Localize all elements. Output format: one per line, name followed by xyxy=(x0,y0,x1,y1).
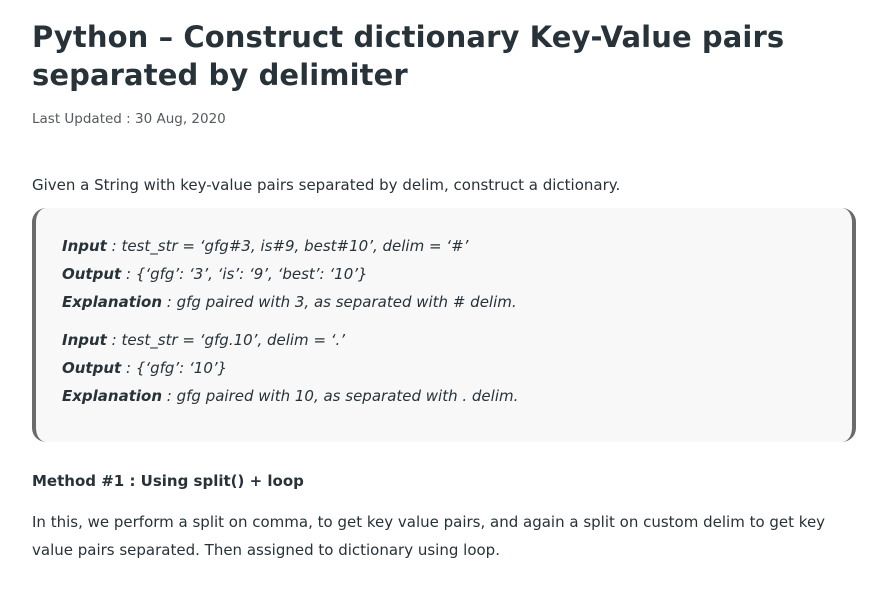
explanation-value: : gfg paired with 10, as separated with … xyxy=(162,387,519,405)
last-updated: Last Updated : 30 Aug, 2020 xyxy=(32,111,226,127)
output-value: : {‘gfg’: ‘3’, ‘is’: ‘9’, ‘best’: ‘10’} xyxy=(121,265,368,283)
explanation-label: Explanation xyxy=(62,387,163,405)
example-1: Input : test_str = ‘gfg#3, is#9, best#10… xyxy=(62,232,832,316)
example-2: Input : test_str = ‘gfg.10’, delim = ‘.’… xyxy=(62,326,832,410)
example-explanation: Explanation : gfg paired with 10, as sep… xyxy=(62,382,832,410)
article: Python – Construct dictionary Key-Value … xyxy=(32,0,856,564)
input-value: : test_str = ‘gfg.10’, delim = ‘.’ xyxy=(106,331,346,349)
input-label: Input xyxy=(62,331,107,349)
explanation-value: : gfg paired with 3, as separated with #… xyxy=(162,293,517,311)
method-heading: Method #1 : Using split() + loop xyxy=(32,472,304,490)
example-input: Input : test_str = ‘gfg#3, is#9, best#10… xyxy=(62,232,832,260)
output-label: Output xyxy=(62,359,122,377)
output-label: Output xyxy=(62,265,122,283)
page-title: Python – Construct dictionary Key-Value … xyxy=(32,20,785,92)
input-label: Input xyxy=(62,237,107,255)
example-output: Output : {‘gfg’: ‘3’, ‘is’: ‘9’, ‘best’:… xyxy=(62,260,832,288)
example-input: Input : test_str = ‘gfg.10’, delim = ‘.’ xyxy=(62,326,832,354)
input-value: : test_str = ‘gfg#3, is#9, best#10’, del… xyxy=(106,237,469,255)
output-value: : {‘gfg’: ‘10’} xyxy=(121,359,228,377)
example-output: Output : {‘gfg’: ‘10’} xyxy=(62,354,832,382)
example-box: Input : test_str = ‘gfg#3, is#9, best#10… xyxy=(32,208,856,442)
example-explanation: Explanation : gfg paired with 3, as sepa… xyxy=(62,288,832,316)
explanation-label: Explanation xyxy=(62,293,163,311)
intro-text: Given a String with key-value pairs sepa… xyxy=(32,176,621,194)
method-description: In this, we perform a split on comma, to… xyxy=(32,513,826,559)
